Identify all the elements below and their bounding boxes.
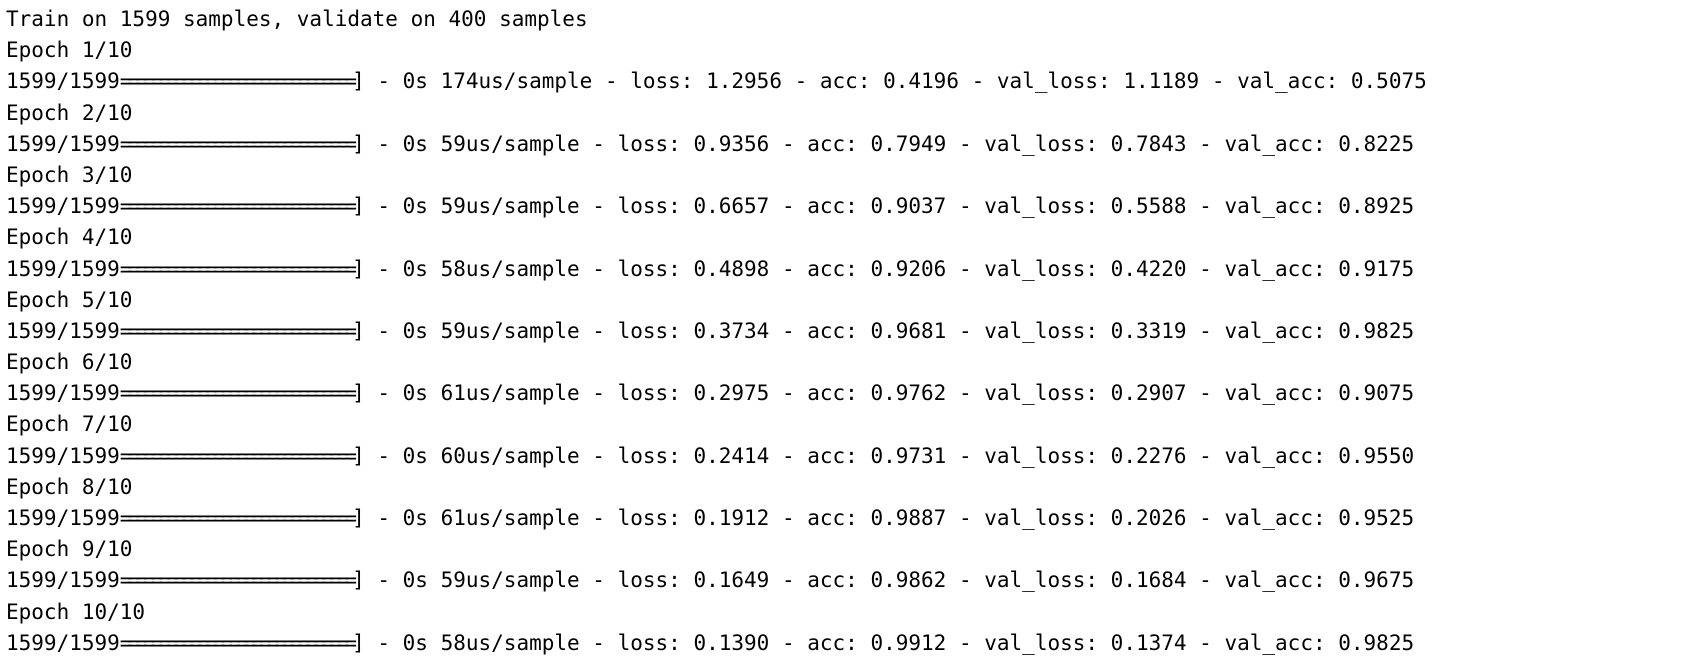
training-log-output: Train on 1599 samples, validate on 400 s… xyxy=(6,4,1682,658)
epoch-progress-line: 1599/1599==============================]… xyxy=(6,441,1682,472)
progress-bar: ==============================] xyxy=(119,443,365,468)
epoch-stats: - 0s 59us/sample - loss: 0.6657 - acc: 0… xyxy=(364,194,1415,219)
epoch-progress-line: 1599/1599==============================]… xyxy=(6,254,1682,285)
epoch-stats: - 0s 61us/sample - loss: 0.1912 - acc: 0… xyxy=(364,506,1415,530)
progress-count: 1599/1599 xyxy=(6,194,120,219)
progress-bar: ==============================] xyxy=(119,194,365,219)
epoch-label: Epoch 10/10 xyxy=(6,599,146,624)
progress-bar: ==============================] xyxy=(119,318,365,343)
epoch-stats: - 0s 61us/sample - loss: 0.2975 - acc: 0… xyxy=(364,381,1415,406)
epoch-label: Epoch 3/10 xyxy=(6,162,133,187)
epoch-label: Epoch 5/10 xyxy=(6,287,133,312)
progress-count: 1599/1599 xyxy=(6,256,120,281)
training-summary-line: Train on 1599 samples, validate on 400 s… xyxy=(6,7,588,31)
epoch-progress-line: 1599/1599==============================]… xyxy=(6,129,1682,160)
progress-count: 1599/1599 xyxy=(6,69,120,94)
epoch-stats: - 0s 59us/sample - loss: 0.3734 - acc: 0… xyxy=(364,318,1415,343)
epoch-label: Epoch 9/10 xyxy=(6,537,133,562)
epoch-progress-line: 1599/1599==============================]… xyxy=(6,191,1682,222)
epoch-label: Epoch 4/10 xyxy=(6,225,133,250)
epoch-stats: - 0s 58us/sample - loss: 0.4898 - acc: 0… xyxy=(364,256,1415,281)
progress-count: 1599/1599 xyxy=(6,443,120,468)
epoch-progress-line: 1599/1599==============================]… xyxy=(6,66,1682,97)
epoch-stats: - 0s 58us/sample - loss: 0.1390 - acc: 0… xyxy=(364,630,1415,655)
progress-bar: ==============================] xyxy=(119,506,365,530)
progress-count: 1599/1599 xyxy=(6,568,120,593)
progress-bar: ==============================] xyxy=(119,131,365,156)
epoch-label: Epoch 8/10 xyxy=(6,474,133,499)
epoch-progress-line: 1599/1599==============================]… xyxy=(6,628,1682,658)
epoch-progress-line: 1599/1599==============================]… xyxy=(6,316,1682,347)
epoch-stats: - 0s 59us/sample - loss: 0.9356 - acc: 0… xyxy=(364,131,1415,156)
progress-bar: ==============================] xyxy=(119,568,365,593)
epoch-label: Epoch 7/10 xyxy=(6,412,133,437)
epoch-label: Epoch 1/10 xyxy=(6,38,133,63)
progress-count: 1599/1599 xyxy=(6,381,120,406)
epoch-label: Epoch 6/10 xyxy=(6,350,133,375)
epoch-stats: - 0s 174us/sample - loss: 1.2956 - acc: … xyxy=(364,69,1427,94)
epoch-progress-line: 1599/1599==============================]… xyxy=(6,503,1682,534)
epoch-label: Epoch 2/10 xyxy=(6,100,133,125)
progress-bar: ==============================] xyxy=(119,630,365,655)
epoch-stats: - 0s 59us/sample - loss: 0.1649 - acc: 0… xyxy=(364,568,1415,593)
progress-count: 1599/1599 xyxy=(6,506,120,530)
epoch-stats: - 0s 60us/sample - loss: 0.2414 - acc: 0… xyxy=(364,443,1415,468)
epoch-progress-line: 1599/1599==============================]… xyxy=(6,378,1682,409)
progress-count: 1599/1599 xyxy=(6,630,120,655)
progress-bar: ==============================] xyxy=(119,381,365,406)
progress-bar: ==============================] xyxy=(119,69,365,94)
progress-count: 1599/1599 xyxy=(6,318,120,343)
epoch-progress-line: 1599/1599==============================]… xyxy=(6,565,1682,596)
progress-bar: ==============================] xyxy=(119,256,365,281)
progress-count: 1599/1599 xyxy=(6,131,120,156)
